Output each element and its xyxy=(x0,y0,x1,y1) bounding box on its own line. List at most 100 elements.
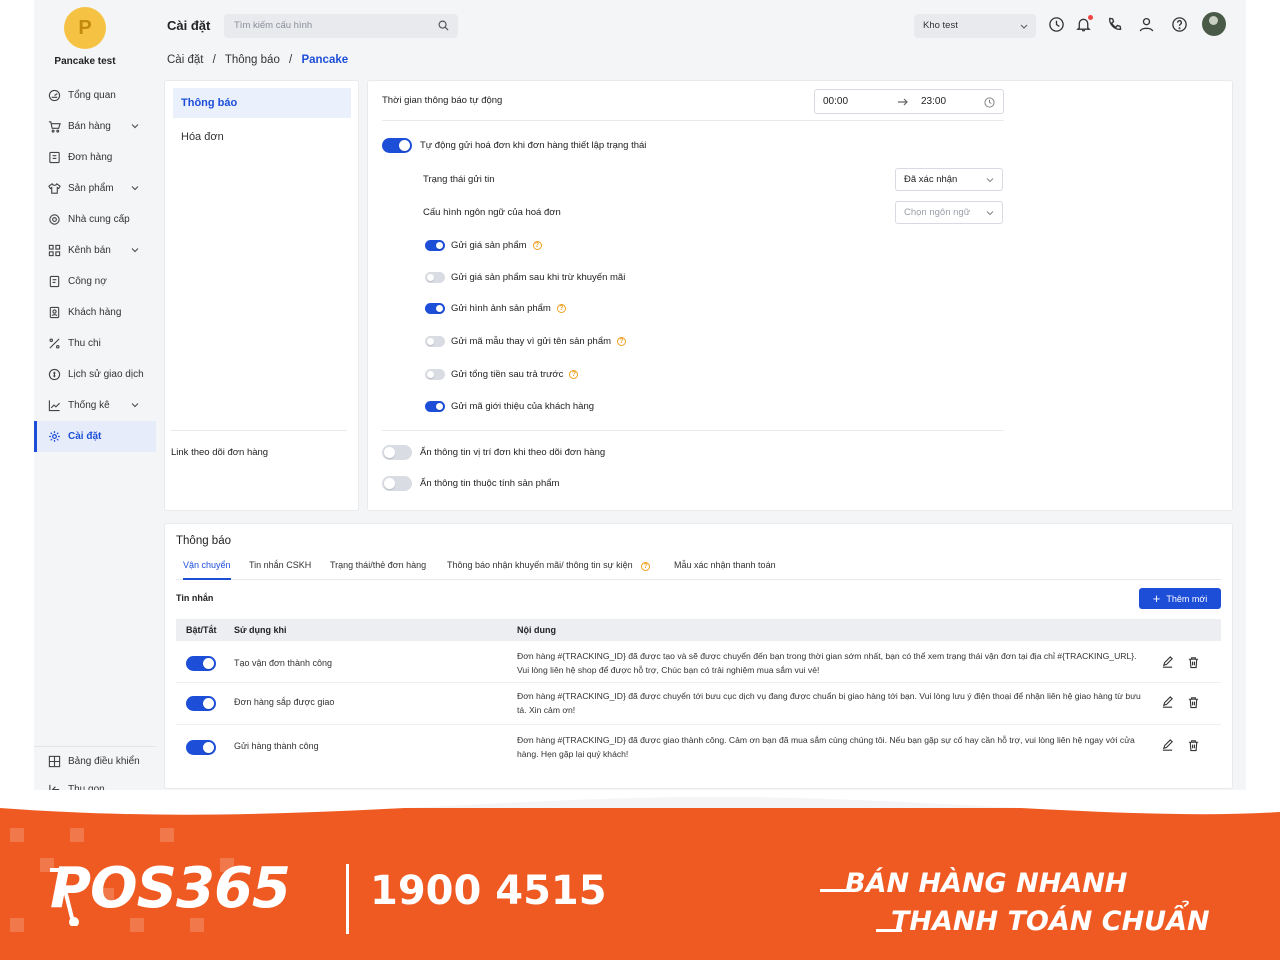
sidebar-item-thu-chi[interactable]: Thu chi xyxy=(34,328,156,359)
store-select[interactable]: Kho test xyxy=(914,14,1036,38)
chevron-down-icon xyxy=(131,186,139,191)
settings-subnav: Thông báo Hóa đơn Link theo dõi đơn hàng xyxy=(164,80,359,511)
cart-icon xyxy=(48,121,61,133)
row-toggle[interactable] xyxy=(186,696,216,711)
breadcrumb-item[interactable]: Thông báo xyxy=(225,54,280,66)
sidebar-item-ban-hang[interactable]: Bán hàng xyxy=(34,111,156,142)
chevron-down-icon xyxy=(131,248,139,253)
sidebar-item-label: Công nợ xyxy=(68,276,107,287)
brand[interactable]: P Pancake test xyxy=(34,7,136,67)
sidebar-item-tong-quan[interactable]: Tổng quan xyxy=(34,80,156,111)
sidebar: P Pancake test Tổng quan Bán hàng Đơn hà… xyxy=(34,0,156,808)
sidebar-item-san-pham[interactable]: Sản phẩm xyxy=(34,173,156,204)
edit-icon[interactable] xyxy=(1161,696,1174,709)
help-icon[interactable]: ? xyxy=(556,304,566,313)
lang-label: Cấu hình ngôn ngữ của hoá đơn xyxy=(423,207,561,218)
link-option-toggle[interactable] xyxy=(382,476,412,491)
help-icon[interactable]: ? xyxy=(617,337,627,346)
notification-dot xyxy=(1088,15,1093,20)
trash-icon[interactable] xyxy=(1187,656,1200,669)
dashboard-icon xyxy=(48,89,61,102)
debt-icon xyxy=(49,275,60,288)
option-toggle[interactable] xyxy=(425,272,445,283)
subnav-item-hoa-don[interactable]: Hóa đơn xyxy=(173,122,351,152)
sidebar-item-label: Thống kê xyxy=(68,400,110,411)
row-toggle[interactable] xyxy=(186,656,216,671)
sidebar-item-bang-dieu-khien[interactable]: Bảng điều khiển xyxy=(34,747,156,775)
search-input[interactable]: Tìm kiếm cấu hình xyxy=(224,14,458,38)
link-option-toggle[interactable] xyxy=(382,445,412,460)
avatar[interactable] xyxy=(1202,12,1226,36)
tab-trang-thai[interactable]: Trạng thái/thẻ đơn hàng xyxy=(330,560,426,580)
option-label: Gửi mã giới thiệu của khách hàng xyxy=(451,401,595,412)
option-toggle[interactable] xyxy=(425,303,445,314)
banner-wave xyxy=(0,790,1280,815)
slogan-line-1: BÁN HÀNG NHANH xyxy=(845,868,1128,899)
sidebar-item-label: Đơn hàng xyxy=(68,152,113,163)
plus-icon: + xyxy=(1152,590,1161,606)
time-range-picker[interactable]: 00:00 23:00 xyxy=(814,89,1004,114)
sidebar-item-kenh-ban[interactable]: Kênh bán xyxy=(34,235,156,266)
option-label: Gửi hình ảnh sản phẩm xyxy=(451,303,551,314)
column-header: Sử dụng khi xyxy=(234,625,287,635)
edit-icon[interactable] xyxy=(1161,656,1174,669)
sidebar-item-thong-ke[interactable]: Thống kê xyxy=(34,390,156,421)
help-icon[interactable]: ? xyxy=(641,562,651,571)
tab-label: Thông báo nhận khuyến mãi/ thông tin sự … xyxy=(447,560,633,570)
status-label: Trạng thái gửi tin xyxy=(423,174,495,185)
status-select[interactable]: Đã xác nhận xyxy=(895,168,1003,191)
topbar: Cài đặt Tìm kiếm cấu hình Kho test xyxy=(156,0,1246,50)
help-icon[interactable]: ? xyxy=(532,241,542,250)
sidebar-item-khach-hang[interactable]: Khách hàng xyxy=(34,297,156,328)
hotline[interactable]: 1900 4515 xyxy=(370,868,607,914)
chevron-down-icon xyxy=(1020,24,1028,29)
sidebar-item-label: Thu chi xyxy=(68,338,101,349)
option-toggle[interactable] xyxy=(425,240,445,251)
subnav-section-link[interactable]: Link theo dõi đơn hàng xyxy=(171,430,347,458)
tab-van-chuyen[interactable]: Vận chuyển xyxy=(183,560,231,580)
sidebar-item-nha-cung-cap[interactable]: Nhà cung cấp xyxy=(34,204,156,235)
trash-icon[interactable] xyxy=(1187,739,1200,752)
help-icon[interactable]: ? xyxy=(569,370,579,379)
option-toggle[interactable] xyxy=(425,401,445,412)
time-to[interactable]: 23:00 xyxy=(921,96,946,107)
sidebar-item-label: Nhà cung cấp xyxy=(68,214,130,225)
tab-khuyen-mai[interactable]: Thông báo nhận khuyến mãi/ thông tin sự … xyxy=(447,560,651,580)
sidebar-item-lich-su-giao-dich[interactable]: Lịch sử giao dịch xyxy=(34,359,156,390)
sidebar-item-cai-dat[interactable]: Cài đặt xyxy=(34,421,156,452)
clock-icon[interactable] xyxy=(1048,16,1065,33)
add-button[interactable]: + Thêm mới xyxy=(1139,588,1221,609)
channel-icon xyxy=(48,244,61,257)
messages-label: Tin nhắn xyxy=(176,593,214,603)
time-from[interactable]: 00:00 xyxy=(823,96,848,107)
sidebar-item-label: Cài đặt xyxy=(68,431,102,442)
gear-icon xyxy=(49,431,60,442)
table-header: Bật/Tắt Sử dụng khi Nội dung xyxy=(176,619,1221,641)
tab-tin-nhan-cskh[interactable]: Tin nhắn CSKH xyxy=(249,560,311,580)
brand-name: Pancake test xyxy=(54,56,116,67)
option-row: Gửi tổng tiền sau trả trước ? xyxy=(425,369,579,380)
trash-icon[interactable] xyxy=(1187,696,1200,709)
history-icon xyxy=(48,368,61,381)
breadcrumb-item[interactable]: Cài đặt xyxy=(167,54,203,66)
option-row: Gửi giá sản phẩm ? xyxy=(425,240,542,251)
edit-icon[interactable] xyxy=(1161,739,1174,752)
sidebar-item-don-hang[interactable]: Đơn hàng xyxy=(34,142,156,173)
user-icon[interactable] xyxy=(1138,16,1155,33)
percent-icon xyxy=(49,338,60,349)
sidebar-item-label: Sản phẩm xyxy=(68,183,114,194)
option-row: Gửi hình ảnh sản phẩm ? xyxy=(425,303,566,314)
option-toggle[interactable] xyxy=(425,336,445,347)
lang-placeholder: Chọn ngôn ngữ xyxy=(904,207,971,218)
auto-send-toggle[interactable] xyxy=(382,138,412,153)
subnav-item-thong-bao[interactable]: Thông báo xyxy=(173,88,351,118)
lang-select[interactable]: Chọn ngôn ngữ xyxy=(895,201,1003,224)
slogan-line-2: THANH TOÁN CHUẨN xyxy=(891,906,1210,937)
row-toggle[interactable] xyxy=(186,740,216,755)
phone-icon[interactable] xyxy=(1106,16,1123,33)
tab-xac-nhan-thanh-toan[interactable]: Mẫu xác nhận thanh toán xyxy=(674,560,776,580)
sidebar-item-cong-no[interactable]: Công nợ xyxy=(34,266,156,297)
option-toggle[interactable] xyxy=(425,369,445,380)
row-use: Gửi hàng thành công xyxy=(234,741,319,751)
help-icon[interactable] xyxy=(1171,16,1188,33)
